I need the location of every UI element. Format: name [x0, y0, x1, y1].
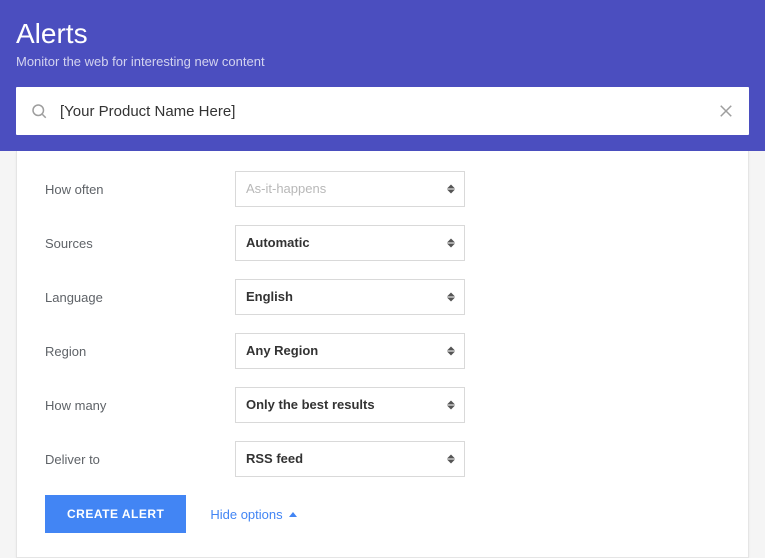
search-input[interactable] [60, 103, 717, 120]
hide-options-label: Hide options [210, 507, 282, 522]
option-label: Region [45, 344, 235, 359]
option-row-language: Language English [45, 279, 720, 315]
option-label: How many [45, 398, 235, 413]
actions-row: CREATE ALERT Hide options [45, 495, 720, 533]
option-row-how-often: How often As-it-happens [45, 171, 720, 207]
select-value: As-it-happens [235, 171, 465, 207]
option-label: Deliver to [45, 452, 235, 467]
option-row-how-many: How many Only the best results [45, 387, 720, 423]
option-row-deliver-to: Deliver to RSS feed [45, 441, 720, 477]
option-label: Sources [45, 236, 235, 251]
select-region[interactable]: Any Region [235, 333, 465, 369]
select-value: Only the best results [235, 387, 465, 423]
option-label: Language [45, 290, 235, 305]
option-row-sources: Sources Automatic [45, 225, 720, 261]
search-icon [30, 102, 48, 120]
options-panel: How often As-it-happens Sources Automati… [16, 151, 749, 558]
search-bar [16, 87, 749, 135]
select-value: RSS feed [235, 441, 465, 477]
select-value: Any Region [235, 333, 465, 369]
close-icon[interactable] [717, 102, 735, 120]
hide-options-link[interactable]: Hide options [210, 507, 296, 522]
header: Alerts Monitor the web for interesting n… [0, 0, 765, 151]
select-how-often[interactable]: As-it-happens [235, 171, 465, 207]
select-deliver-to[interactable]: RSS feed [235, 441, 465, 477]
select-language[interactable]: English [235, 279, 465, 315]
chevron-up-icon [289, 512, 297, 517]
create-alert-button[interactable]: CREATE ALERT [45, 495, 186, 533]
select-how-many[interactable]: Only the best results [235, 387, 465, 423]
select-value: Automatic [235, 225, 465, 261]
option-row-region: Region Any Region [45, 333, 720, 369]
select-sources[interactable]: Automatic [235, 225, 465, 261]
select-value: English [235, 279, 465, 315]
page-subtitle: Monitor the web for interesting new cont… [16, 54, 749, 69]
page-title: Alerts [16, 18, 749, 50]
option-label: How often [45, 182, 235, 197]
